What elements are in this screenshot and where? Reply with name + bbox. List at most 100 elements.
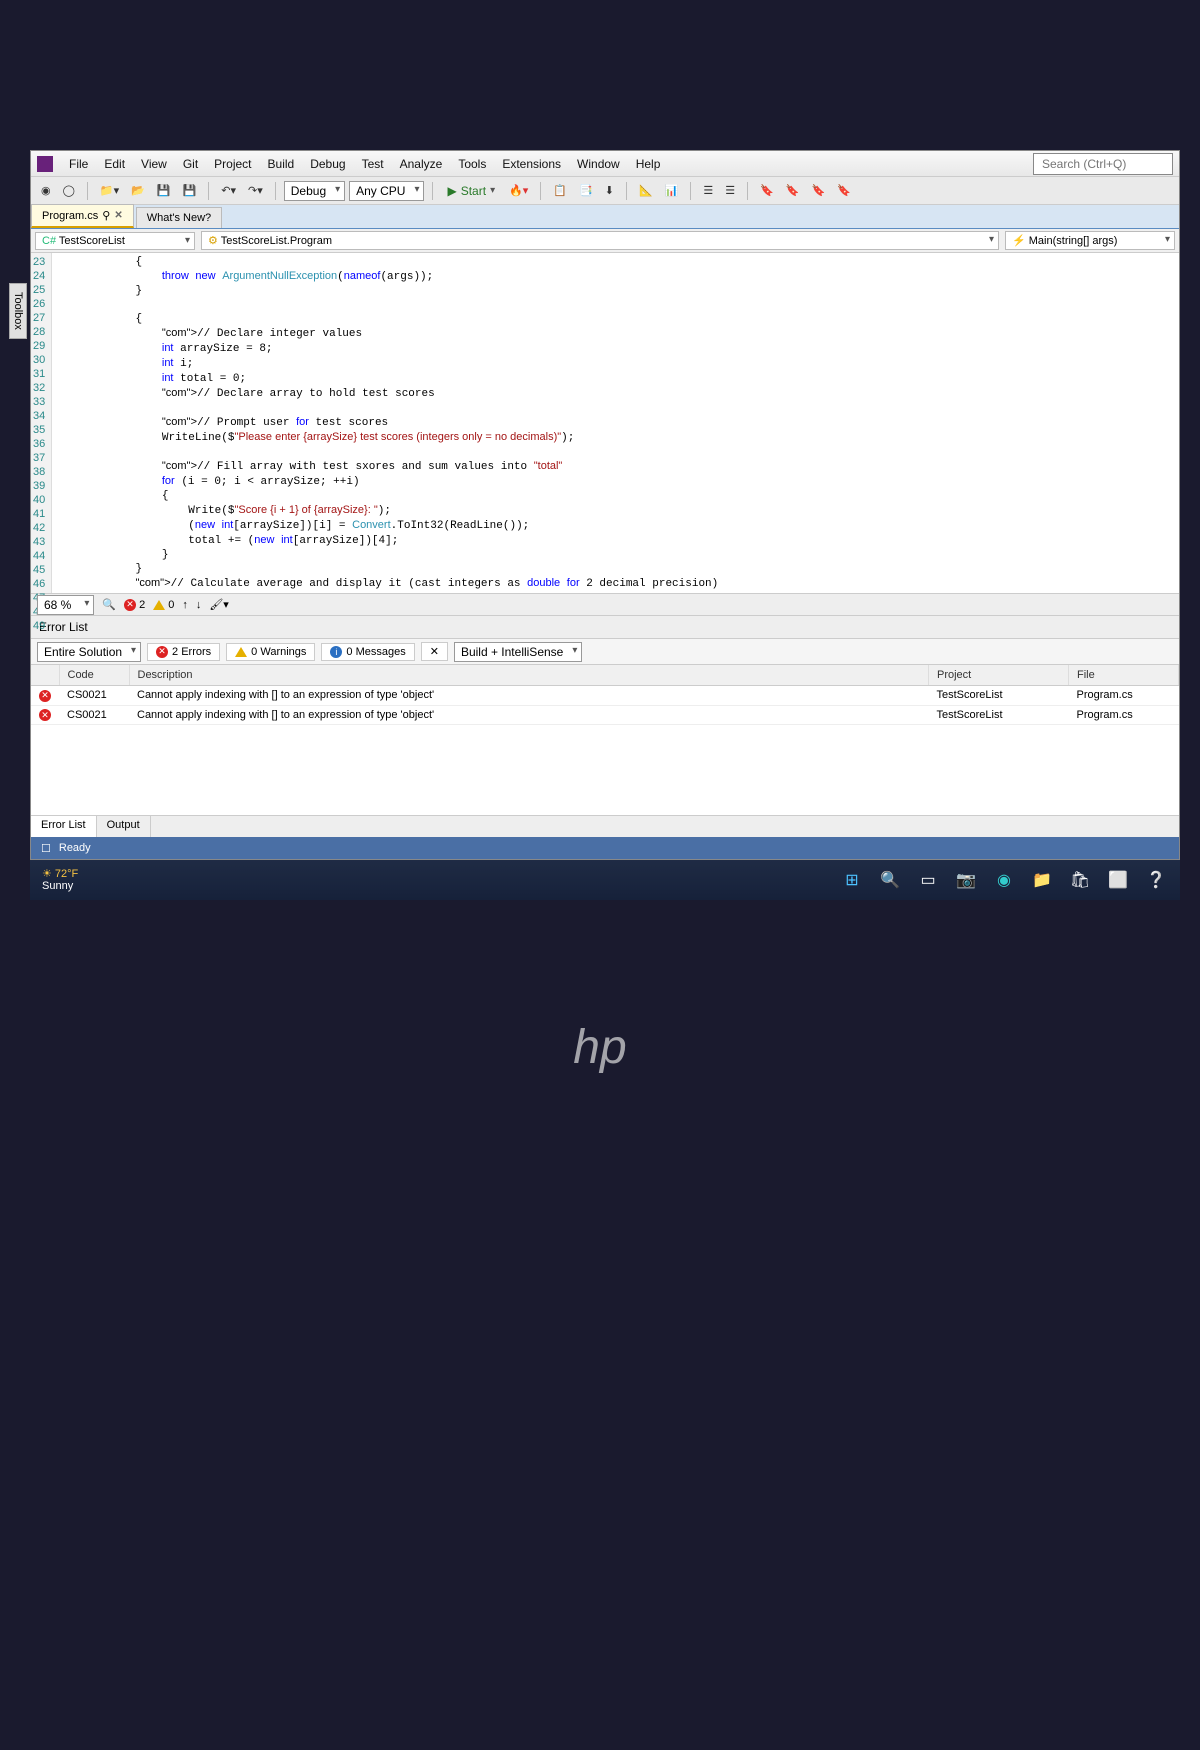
error-row[interactable]: ✕CS0021Cannot apply indexing with [] to … (31, 686, 1179, 706)
menu-build[interactable]: Build (260, 154, 303, 174)
save-all-button[interactable]: 💾 (179, 182, 201, 199)
redo-button[interactable]: ↷▾ (244, 182, 267, 199)
toolbar-icon[interactable]: 📊 (661, 182, 683, 199)
nav-down-icon[interactable]: ↓ (196, 599, 202, 611)
weather-widget[interactable]: ☀ 72°F Sunny (42, 868, 78, 892)
error-row[interactable]: ✕CS0021Cannot apply indexing with [] to … (31, 705, 1179, 725)
line-number-gutter: 2324252627282930313233343536373839404142… (31, 253, 52, 593)
editor-status-strip: 68 % 🔍 ✕2 0 ↑ ↓ 🖌▾ (31, 593, 1179, 615)
close-icon[interactable]: ✕ (114, 210, 122, 221)
tab-program-cs[interactable]: Program.cs ⚲ ✕ (31, 204, 134, 228)
tab-error-list[interactable]: Error List (31, 816, 97, 837)
tab-label: What's New? (147, 212, 211, 224)
toolbar-icon[interactable]: 📑 (575, 182, 597, 199)
taskview-icon[interactable]: ▭ (916, 868, 940, 892)
hot-reload-button[interactable]: 🔥▾ (505, 182, 532, 199)
zoom-dropdown[interactable]: 68 % (37, 595, 94, 615)
col-description[interactable]: Description (129, 665, 929, 686)
start-debug-button[interactable]: Start (441, 182, 501, 200)
warning-count-badge[interactable]: 0 (153, 599, 174, 611)
menubar: File Edit View Git Project Build Debug T… (31, 151, 1179, 177)
project-dropdown[interactable]: C# TestScoreList (35, 232, 195, 250)
visual-studio-window: File Edit View Git Project Build Debug T… (30, 150, 1180, 860)
tab-output[interactable]: Output (97, 816, 151, 837)
app-icon[interactable]: ❔ (1144, 868, 1168, 892)
nav-forward-button[interactable]: ◯ (59, 182, 79, 199)
col-project[interactable]: Project (929, 665, 1069, 686)
separator (626, 182, 627, 200)
toolbar-icon[interactable]: 📋 (549, 182, 571, 199)
store-icon[interactable]: 🛍 (1068, 868, 1092, 892)
separator (540, 182, 541, 200)
tab-whats-new[interactable]: What's New? (136, 207, 222, 228)
explorer-icon[interactable]: 📁 (1030, 868, 1054, 892)
open-button[interactable]: 📂 (127, 182, 149, 199)
pin-icon[interactable]: ⚲ (102, 209, 110, 222)
code-editor[interactable]: Toolbox 23242526272829303132333435363738… (31, 253, 1179, 593)
toolbar-icon[interactable]: 🔖 (756, 182, 778, 199)
status-text: Ready (59, 842, 91, 854)
start-icon[interactable]: ⊞ (840, 868, 864, 892)
col-icon[interactable] (31, 665, 59, 686)
toolbox-panel-tab[interactable]: Toolbox (9, 283, 27, 339)
main-toolbar: ◉ ◯ 📁▾ 📂 💾 💾 ↶▾ ↷▾ Debug Any CPU Start 🔥… (31, 177, 1179, 205)
configuration-dropdown[interactable]: Debug (284, 181, 345, 201)
toolbar-icon[interactable]: ☰ (699, 182, 717, 199)
new-project-button[interactable]: 📁▾ (96, 182, 123, 199)
toolbar-icon[interactable]: 🔖 (808, 182, 830, 199)
clear-filter-button[interactable]: ✕ (421, 642, 448, 661)
save-button[interactable]: 💾 (153, 182, 175, 199)
nav-back-button[interactable]: ◉ (37, 182, 55, 199)
error-count-badge[interactable]: ✕2 (124, 599, 145, 611)
menu-git[interactable]: Git (175, 154, 206, 174)
code-content[interactable]: { throw new ArgumentNullException(nameof… (52, 253, 1179, 593)
statusbar: Ready (31, 837, 1179, 859)
error-list-body[interactable]: Code Description Project File ✕CS0021Can… (31, 665, 1179, 815)
toolbar-icon[interactable]: 🔖 (833, 182, 855, 199)
nav-up-icon[interactable]: ↑ (182, 599, 188, 611)
menu-help[interactable]: Help (628, 154, 669, 174)
error-list-toolbar: Entire Solution ✕2 Errors 0 Warnings i0 … (31, 639, 1179, 665)
toolbar-icon[interactable]: ⬇ (601, 182, 618, 199)
menu-analyze[interactable]: Analyze (392, 154, 451, 174)
menu-debug[interactable]: Debug (302, 154, 353, 174)
code-cleanup-icon[interactable]: 🖌▾ (209, 598, 229, 611)
menu-extensions[interactable]: Extensions (494, 154, 569, 174)
edge-icon[interactable]: ◉ (992, 868, 1016, 892)
error-scope-dropdown[interactable]: Entire Solution (37, 642, 141, 662)
menu-test[interactable]: Test (354, 154, 392, 174)
error-source-dropdown[interactable]: Build + IntelliSense (454, 642, 582, 662)
col-code[interactable]: Code (59, 665, 129, 686)
menu-edit[interactable]: Edit (96, 154, 133, 174)
menu-file[interactable]: File (61, 154, 96, 174)
separator (275, 182, 276, 200)
errors-filter-button[interactable]: ✕2 Errors (147, 643, 220, 661)
method-dropdown[interactable]: ⚡ Main(string[] args) (1005, 231, 1175, 250)
toolbar-icon[interactable]: 📐 (635, 182, 657, 199)
messages-filter-button[interactable]: i0 Messages (321, 643, 414, 661)
search-input[interactable] (1033, 153, 1173, 175)
editor-nav-bar: C# TestScoreList ⚙ TestScoreList.Program… (31, 229, 1179, 253)
bottom-panel-tabs: Error List Output (31, 815, 1179, 837)
menu-project[interactable]: Project (206, 154, 259, 174)
class-dropdown[interactable]: ⚙ TestScoreList.Program (201, 231, 999, 250)
undo-button[interactable]: ↶▾ (217, 182, 240, 199)
platform-dropdown[interactable]: Any CPU (349, 181, 424, 201)
toolbar-icon[interactable]: 🔖 (782, 182, 804, 199)
col-file[interactable]: File (1069, 665, 1179, 686)
toolbar-icon[interactable]: ☰ (721, 182, 739, 199)
search-icon[interactable]: 🔍 (878, 868, 902, 892)
menu-view[interactable]: View (133, 154, 175, 174)
taskbar-icons: ⊞ 🔍 ▭ 📷 ◉ 📁 🛍 ⬜ ❔ (840, 868, 1168, 892)
error-list-title: Error List (31, 615, 1179, 639)
windows-taskbar[interactable]: ☀ 72°F Sunny ⊞ 🔍 ▭ 📷 ◉ 📁 🛍 ⬜ ❔ (30, 860, 1180, 900)
menu-tools[interactable]: Tools (450, 154, 494, 174)
visual-studio-icon (37, 156, 53, 172)
document-tabs: Program.cs ⚲ ✕ What's New? (31, 205, 1179, 229)
find-icon[interactable]: 🔍 (102, 598, 116, 611)
app-icon[interactable]: ⬜ (1106, 868, 1130, 892)
warnings-filter-button[interactable]: 0 Warnings (226, 643, 315, 661)
menu-window[interactable]: Window (569, 154, 628, 174)
error-table: Code Description Project File ✕CS0021Can… (31, 665, 1179, 725)
camera-icon[interactable]: 📷 (954, 868, 978, 892)
